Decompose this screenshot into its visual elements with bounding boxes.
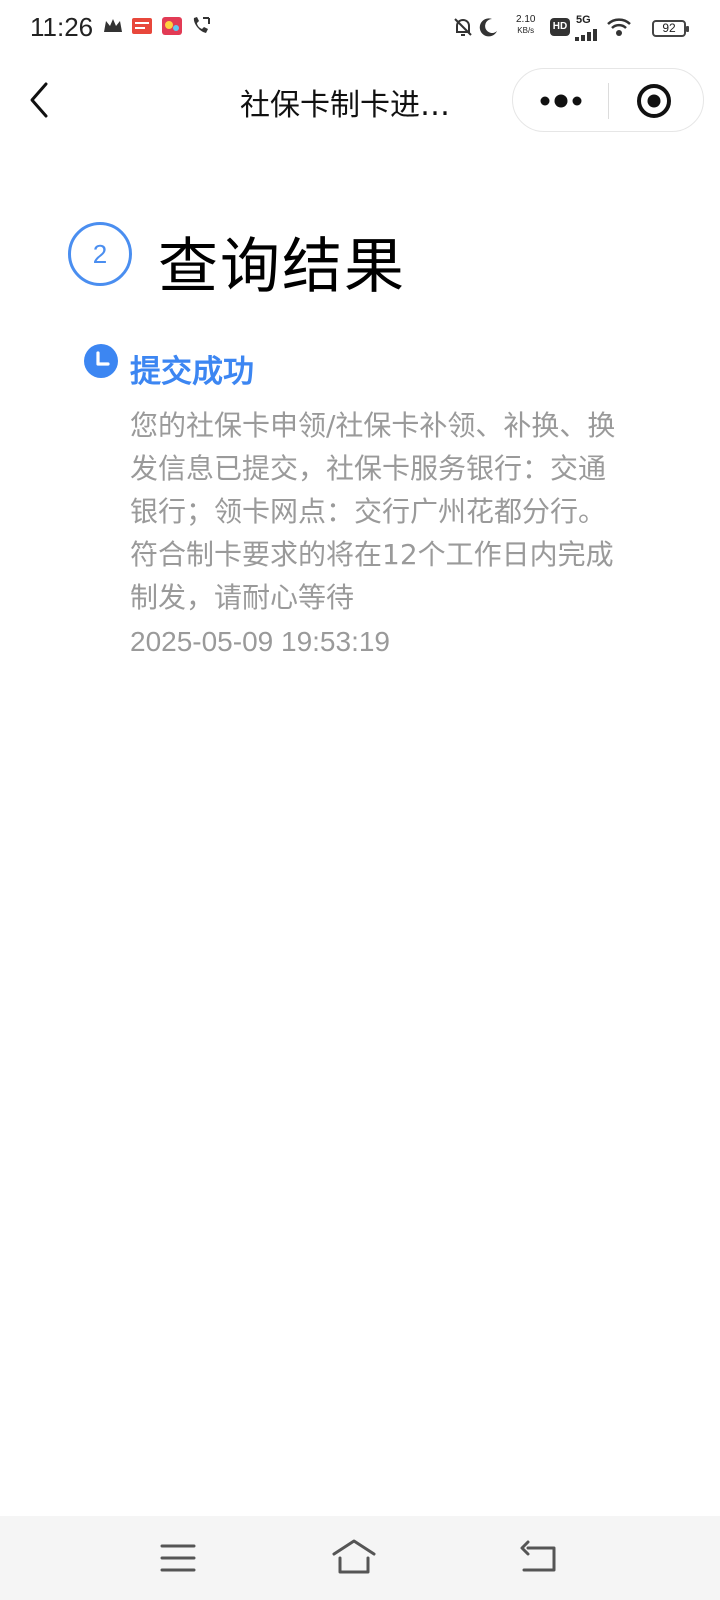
network-speed-unit: KB/s: [517, 26, 535, 35]
call-icon: [190, 16, 212, 40]
page-title: 社保卡制卡进…: [240, 88, 450, 123]
network-speed: 2.10 KB/s: [516, 14, 535, 36]
network-type: 5G: [576, 14, 591, 26]
home-button[interactable]: [330, 1536, 378, 1580]
chevron-left-icon: [30, 82, 48, 118]
capsule-menu: [512, 68, 704, 132]
step-number-badge: 2: [68, 222, 132, 286]
back-button[interactable]: [22, 78, 58, 122]
menu-icon: [160, 1544, 196, 1572]
game-notification-icon: [161, 16, 183, 40]
home-icon: [332, 1539, 376, 1574]
status-time: 11:26: [30, 12, 94, 42]
more-button[interactable]: [513, 69, 608, 133]
hd-badge: HD: [550, 18, 570, 36]
nav-bar: 社保卡制卡进…: [0, 60, 720, 140]
result-status: 提交成功: [130, 354, 254, 390]
status-bar: 11:26 2.10 KB/s HD 5G 92: [0, 0, 720, 56]
mute-bell-icon: [452, 16, 474, 42]
signal-icon: [574, 26, 600, 45]
network-speed-value: 2.10: [516, 14, 536, 25]
moon-icon: [478, 16, 500, 42]
back-arrow-icon: [520, 1540, 556, 1572]
wifi-icon: [606, 16, 632, 42]
result-timestamp: 2025-05-09 19:53:19: [130, 626, 390, 657]
close-miniprogram-button[interactable]: [609, 69, 705, 133]
crown-icon: [102, 16, 124, 40]
clock-icon: [84, 344, 118, 378]
target-icon: [637, 84, 671, 118]
system-nav-bar: [0, 1516, 720, 1600]
app-notification-icon: [131, 16, 153, 40]
screen: 11:26 2.10 KB/s HD 5G 92 社保卡制卡进… 2 查询结果 …: [0, 0, 720, 1600]
result-description: 您的社保卡申领/社保卡补领、补换、换发信息已提交，社保卡服务银行：交通银行；领卡…: [130, 409, 616, 614]
step-title: 查询结果: [158, 232, 406, 302]
more-dots-icon: [540, 94, 582, 108]
battery-indicator: 92: [652, 20, 689, 37]
system-back-button[interactable]: [514, 1536, 562, 1580]
menu-button[interactable]: [154, 1536, 202, 1580]
